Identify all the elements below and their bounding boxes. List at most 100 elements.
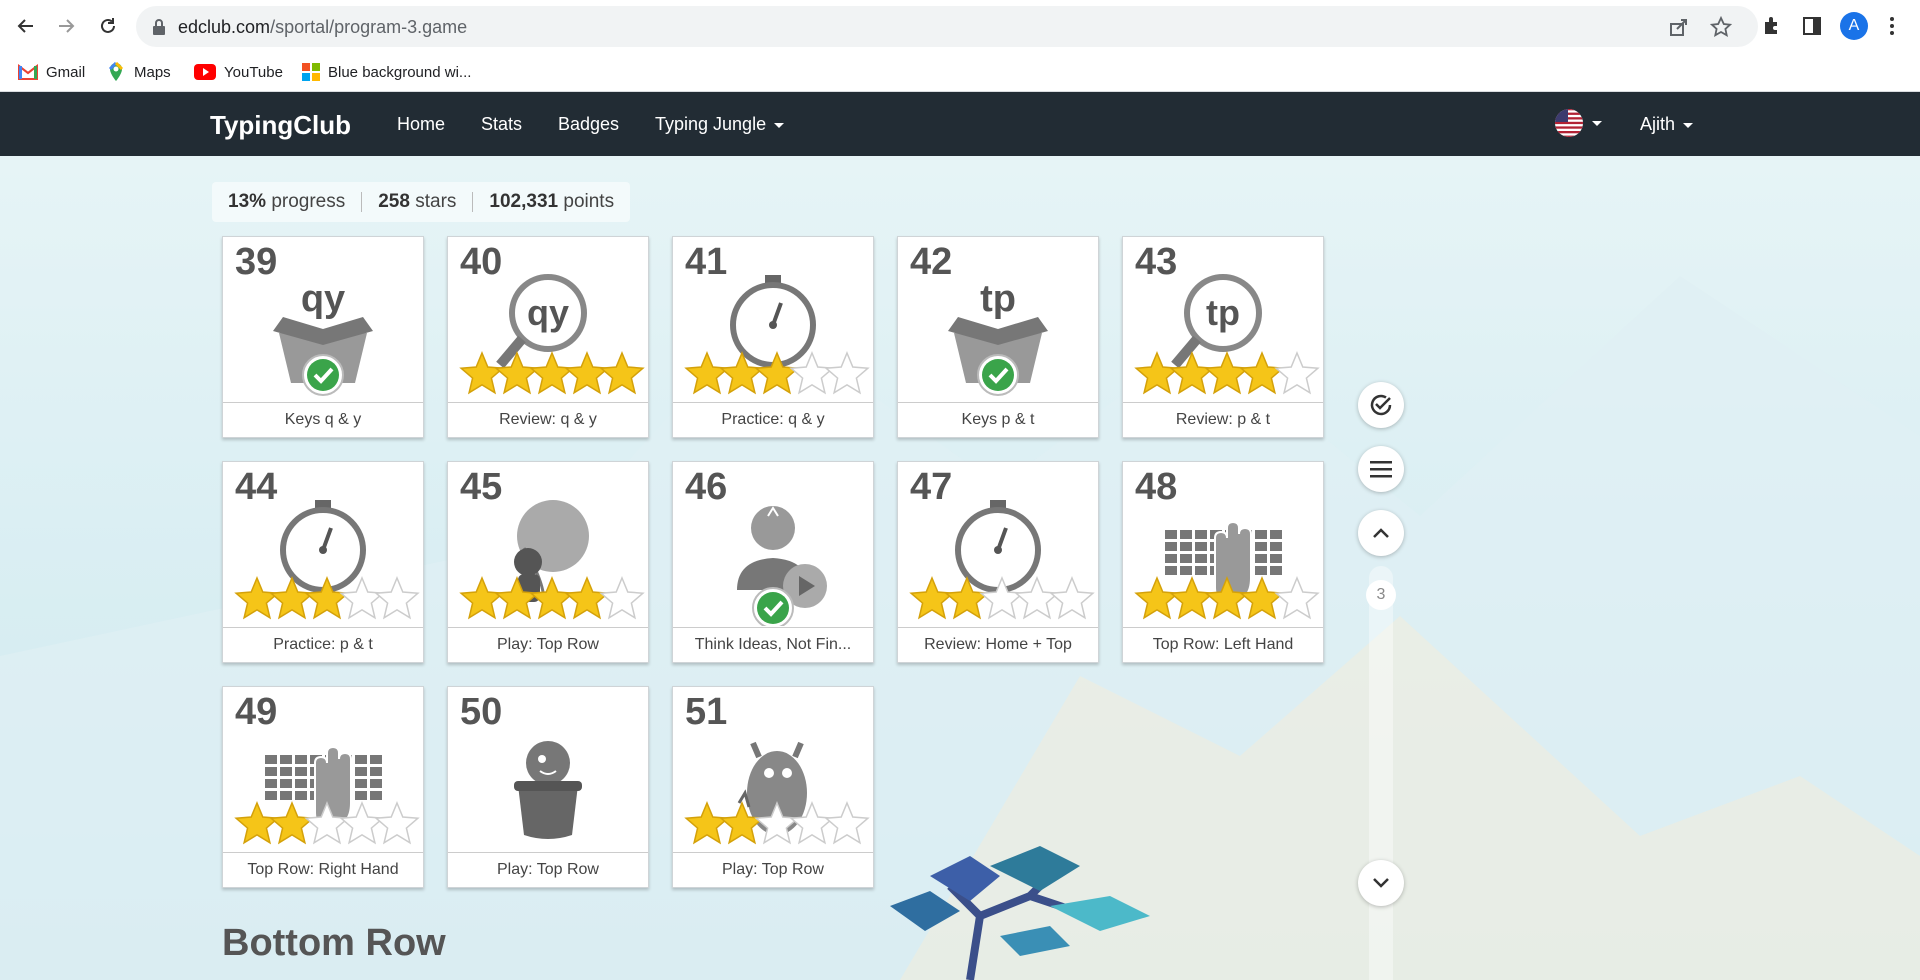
lesson-number: 43 [1135,241,1178,283]
lesson-card[interactable]: 48 Top Row: Left Hand [1122,461,1324,663]
bookmark-gmail[interactable]: Gmail [18,60,85,84]
lesson-number: 40 [460,241,503,283]
empty-star-icon [824,351,870,395]
lesson-title: Practice: p & t [223,627,423,662]
lesson-number: 47 [910,466,953,508]
check-circle-icon [1370,394,1392,416]
us-flag-icon [1555,109,1583,137]
scroll-up-button[interactable] [1358,510,1404,556]
pot-creature-icon [514,741,582,839]
filled-star-icon [459,351,505,395]
lesson-card[interactable]: tp 42 Keys p & t [897,236,1099,438]
lesson-title: Play: Top Row [448,852,648,887]
filled-star-icon [269,801,315,845]
lesson-card[interactable]: qy 39 Keys q & y [222,236,424,438]
bookmark-youtube[interactable]: YouTube [194,60,283,84]
lesson-title: Practice: q & y [673,402,873,437]
lesson-card[interactable]: qy 40 Review: q & y [447,236,649,438]
brand-logo[interactable]: TypingClub [210,110,351,141]
progress-value: 13% [228,191,267,212]
lesson-illustration: tp [1134,274,1320,395]
lesson-card[interactable]: 50 Play: Top Row [447,686,649,888]
menu-button[interactable] [1358,446,1404,492]
forward-arrow-icon[interactable] [52,12,80,40]
lesson-keys: tp [980,278,1016,320]
filled-star-icon [1239,351,1285,395]
lesson-card[interactable]: 49 Top Row: Right Hand [222,686,424,888]
filled-star-icon [1204,351,1250,395]
reload-icon[interactable] [94,12,122,40]
stars-value: 258 [378,191,410,212]
hand-icon [1214,520,1252,604]
lesson-title: Keys q & y [223,402,423,437]
language-selector[interactable] [1554,108,1602,138]
lesson-keys: qy [527,292,569,333]
chevron-down-icon [1683,122,1694,128]
progress-stats: 13% progress 258 stars 102,331 points [212,182,631,222]
completed-check-icon [302,354,344,396]
lesson-card[interactable]: tp 43 Review: p & t [1122,236,1324,438]
lesson-scrollbar[interactable] [1369,566,1393,980]
lesson-keys: tp [1206,292,1240,333]
lesson-title: Review: q & y [448,402,648,437]
filled-star-icon [564,351,610,395]
hamburger-icon [1370,461,1392,478]
filled-star-icon [684,351,730,395]
filled-star-icon [234,576,280,620]
nav-badges[interactable]: Badges [558,114,619,135]
tree-decoration [890,846,1150,980]
hand-icon [314,745,352,829]
lesson-number: 42 [910,241,953,283]
section-title: Bottom Row [222,922,446,964]
bookmark-maps[interactable]: Maps [106,60,171,84]
kebab-menu-icon[interactable] [1880,14,1904,38]
lesson-illustration: tp [948,278,1048,396]
lesson-card[interactable]: 41 Practice: q & y [672,236,874,438]
profile-avatar[interactable]: A [1840,12,1868,40]
lesson-illustration [459,500,645,620]
lessons-area: 13% progress 258 stars 102,331 points qy… [0,156,1920,980]
nav-home[interactable]: Home [397,114,445,135]
user-menu[interactable]: Ajith [1640,114,1694,135]
windows-icon [302,63,320,81]
scroll-down-button[interactable] [1358,860,1404,906]
lesson-illustration [909,500,1095,620]
lesson-card[interactable]: 47 Review: Home + Top [897,461,1099,663]
extensions-puzzle-icon[interactable] [1760,14,1784,38]
lesson-illustration [234,745,420,845]
gmail-icon [18,64,38,80]
chevron-down-icon [1592,120,1602,126]
divider [361,192,363,212]
bookmark-blue-background[interactable]: Blue background wi... [302,60,471,84]
side-panel-icon[interactable] [1800,14,1824,38]
empty-star-icon [374,576,420,620]
lesson-number: 39 [235,241,278,283]
youtube-icon [194,64,216,80]
filled-star-icon [529,351,575,395]
lesson-card[interactable]: 45 Play: Top Row [447,461,649,663]
completed-check-icon [977,354,1019,396]
nav-typing-jungle[interactable]: Typing Jungle [655,114,785,135]
share-icon[interactable] [1668,16,1690,38]
lesson-number: 45 [460,466,503,508]
lesson-illustration [684,741,870,845]
lesson-card[interactable]: 51 Play: Top Row [672,686,874,888]
empty-star-icon [374,801,420,845]
lesson-card[interactable]: 44 Practice: p & t [222,461,424,663]
filled-star-icon [1169,576,1215,620]
address-bar[interactable]: edclub.com/sportal/program-3.game [136,6,1758,47]
lesson-illustration [684,275,870,395]
maps-icon [108,62,124,81]
lesson-illustration [514,741,582,839]
mark-complete-button[interactable] [1358,382,1404,428]
back-arrow-icon[interactable] [12,12,40,40]
nav-stats[interactable]: Stats [481,114,522,135]
lesson-title: Think Ideas, Not Fin... [673,627,873,662]
lesson-title: Top Row: Left Hand [1123,627,1323,662]
url-text: edclub.com/sportal/program-3.game [178,17,468,37]
filled-star-icon [234,801,280,845]
page-indicator: 3 [1366,580,1396,610]
empty-star-icon [1274,576,1320,620]
bookmark-star-icon[interactable] [1710,16,1732,38]
lesson-card[interactable]: 46 Think Ideas, Not Fin... [672,461,874,663]
